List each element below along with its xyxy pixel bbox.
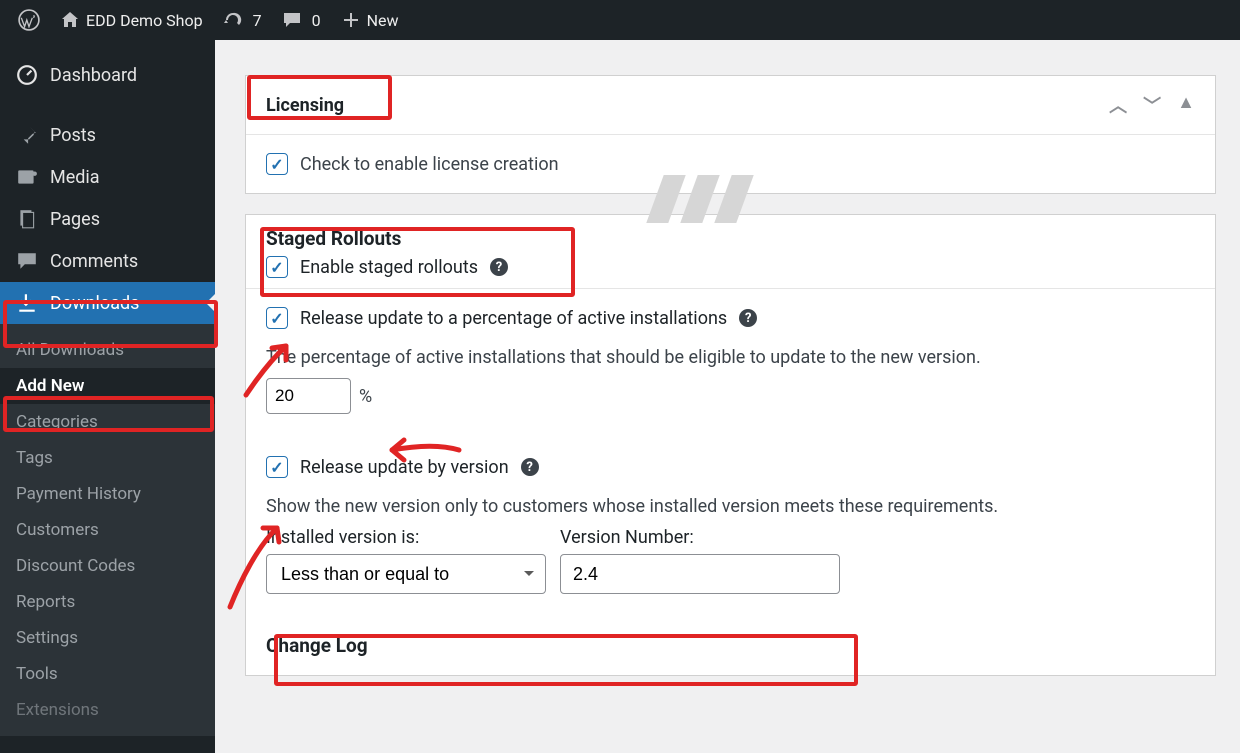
updates-link[interactable]: 7 bbox=[213, 0, 272, 40]
enable-license-checkbox[interactable] bbox=[266, 153, 288, 175]
licensing-header: Licensing ︿ ﹀ ▲ bbox=[246, 76, 1215, 135]
submenu-all-downloads[interactable]: All Downloads bbox=[0, 332, 215, 368]
sidebar-item-dashboard[interactable]: Dashboard bbox=[0, 54, 215, 96]
percentage-input[interactable] bbox=[266, 378, 351, 414]
release-percentage-label: Release update to a percentage of active… bbox=[300, 308, 727, 329]
installed-version-operator-select[interactable]: Less than or equal to bbox=[266, 554, 546, 594]
help-icon[interactable]: ? bbox=[739, 309, 757, 327]
pin-icon bbox=[16, 124, 38, 146]
wp-logo[interactable] bbox=[8, 0, 50, 40]
submenu-settings[interactable]: Settings bbox=[0, 620, 215, 656]
help-icon[interactable]: ? bbox=[521, 458, 539, 476]
licensing-panel: Licensing ︿ ﹀ ▲ Check to enable license … bbox=[245, 75, 1216, 194]
new-link[interactable]: New bbox=[331, 0, 409, 40]
submenu-payment-history[interactable]: Payment History bbox=[0, 476, 215, 512]
submenu-add-new[interactable]: Add New bbox=[0, 368, 215, 404]
release-version-desc: Show the new version only to customers w… bbox=[266, 496, 1195, 517]
sidebar-item-comments[interactable]: Comments bbox=[0, 240, 215, 282]
panel-move-up-icon[interactable]: ︿ bbox=[1109, 92, 1127, 118]
panel-move-down-icon[interactable]: ﹀ bbox=[1143, 92, 1161, 118]
release-percentage-checkbox[interactable] bbox=[266, 307, 288, 329]
comments-count: 0 bbox=[312, 11, 321, 30]
submenu-tags[interactable]: Tags bbox=[0, 440, 215, 476]
sidebar-item-label: Dashboard bbox=[50, 65, 137, 86]
staged-rollouts-title: Staged Rollouts bbox=[266, 227, 1195, 250]
admin-sidebar: Dashboard Posts Media Pages Comments Dow… bbox=[0, 40, 215, 753]
licensing-title: Licensing bbox=[266, 95, 344, 116]
media-icon bbox=[16, 166, 38, 188]
panel-toggle-icon[interactable]: ▲ bbox=[1177, 92, 1195, 118]
submenu-customers[interactable]: Customers bbox=[0, 512, 215, 548]
content-area: Licensing ︿ ﹀ ▲ Check to enable license … bbox=[215, 40, 1240, 753]
enable-staged-rollouts-checkbox[interactable] bbox=[266, 256, 288, 278]
submenu-discount-codes[interactable]: Discount Codes bbox=[0, 548, 215, 584]
help-icon[interactable]: ? bbox=[490, 258, 508, 276]
version-number-input[interactable] bbox=[560, 554, 840, 594]
enable-staged-rollouts-label: Enable staged rollouts bbox=[300, 257, 478, 278]
version-number-label: Version Number: bbox=[560, 527, 840, 548]
downloads-submenu: All Downloads Add New Categories Tags Pa… bbox=[0, 324, 215, 736]
sidebar-item-pages[interactable]: Pages bbox=[0, 198, 215, 240]
staged-rollouts-panel: Staged Rollouts Enable staged rollouts ?… bbox=[245, 214, 1216, 676]
comments-link[interactable]: 0 bbox=[272, 0, 331, 40]
admin-bar: EDD Demo Shop 7 0 New bbox=[0, 0, 1240, 40]
comments-icon bbox=[16, 250, 38, 272]
sidebar-item-downloads[interactable]: Downloads bbox=[0, 282, 215, 324]
dashboard-icon bbox=[16, 64, 38, 86]
sidebar-item-label: Posts bbox=[50, 125, 96, 146]
change-log-title: Change Log bbox=[266, 634, 1195, 657]
site-name-text: EDD Demo Shop bbox=[86, 11, 203, 30]
submenu-categories[interactable]: Categories bbox=[0, 404, 215, 440]
release-version-checkbox[interactable] bbox=[266, 456, 288, 478]
pages-icon bbox=[16, 208, 38, 230]
installed-version-label: Installed version is: bbox=[266, 527, 546, 548]
sidebar-item-posts[interactable]: Posts bbox=[0, 114, 215, 156]
sidebar-item-label: Comments bbox=[50, 251, 138, 272]
sidebar-item-label: Downloads bbox=[50, 293, 139, 314]
submenu-extensions[interactable]: Extensions bbox=[0, 692, 215, 728]
release-version-label: Release update by version bbox=[300, 457, 509, 478]
release-percentage-desc: The percentage of active installations t… bbox=[266, 347, 1195, 368]
new-text: New bbox=[367, 11, 399, 30]
submenu-reports[interactable]: Reports bbox=[0, 584, 215, 620]
enable-license-label: Check to enable license creation bbox=[300, 154, 559, 175]
percentage-suffix: % bbox=[359, 386, 372, 407]
sidebar-item-label: Pages bbox=[50, 209, 100, 230]
site-name-link[interactable]: EDD Demo Shop bbox=[50, 0, 213, 40]
downloads-icon bbox=[16, 292, 38, 314]
sidebar-item-media[interactable]: Media bbox=[0, 156, 215, 198]
submenu-tools[interactable]: Tools bbox=[0, 656, 215, 692]
sidebar-item-label: Media bbox=[50, 167, 100, 188]
updates-count: 7 bbox=[253, 11, 262, 30]
